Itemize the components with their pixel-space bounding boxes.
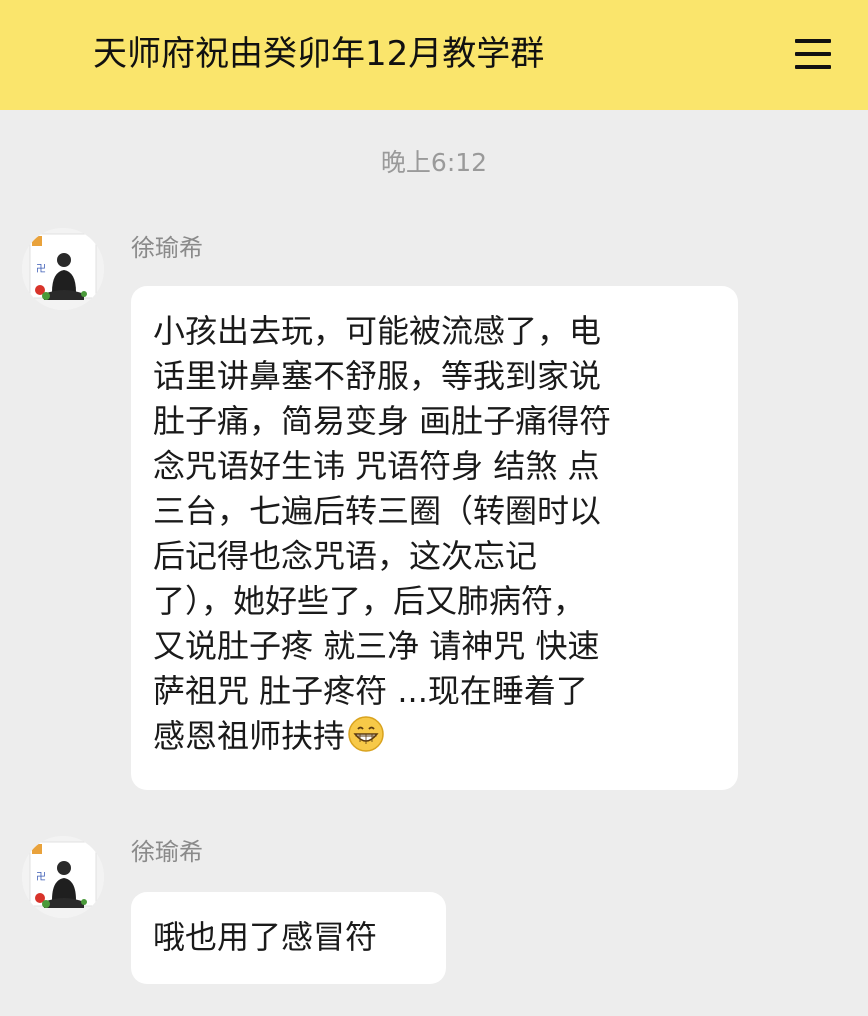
user-avatar-icon: 卍 — [22, 836, 104, 918]
message-bubble[interactable]: 哦也用了感冒符 — [131, 892, 446, 984]
message-text: 哦也用了感冒符 — [153, 918, 378, 956]
svg-text:卍: 卍 — [36, 871, 46, 883]
message-text: 小孩出去玩，可能被流感了，电 话里讲鼻塞不舒服，等我到家说 肚子痛，简易变身 画… — [153, 312, 612, 755]
chat-header: 天师府祝由癸卯年12月教学群 — [0, 0, 868, 110]
menu-button[interactable] — [782, 30, 844, 78]
sender-name: 徐瑜希 — [131, 838, 203, 866]
sender-avatar[interactable]: 卍 — [22, 836, 104, 918]
grinning-face-emoji-icon — [348, 716, 384, 752]
sender-avatar[interactable]: 卍 — [22, 228, 104, 310]
message-bubble[interactable]: 小孩出去玩，可能被流感了，电 话里讲鼻塞不舒服，等我到家说 肚子痛，简易变身 画… — [131, 286, 738, 790]
user-avatar-icon: 卍 — [22, 228, 104, 310]
sender-name: 徐瑜希 — [131, 234, 203, 262]
message-timestamp: 晚上6:12 — [380, 148, 488, 177]
group-chat-title: 天师府祝由癸卯年12月教学群 — [93, 34, 545, 74]
svg-text:卍: 卍 — [36, 263, 46, 275]
